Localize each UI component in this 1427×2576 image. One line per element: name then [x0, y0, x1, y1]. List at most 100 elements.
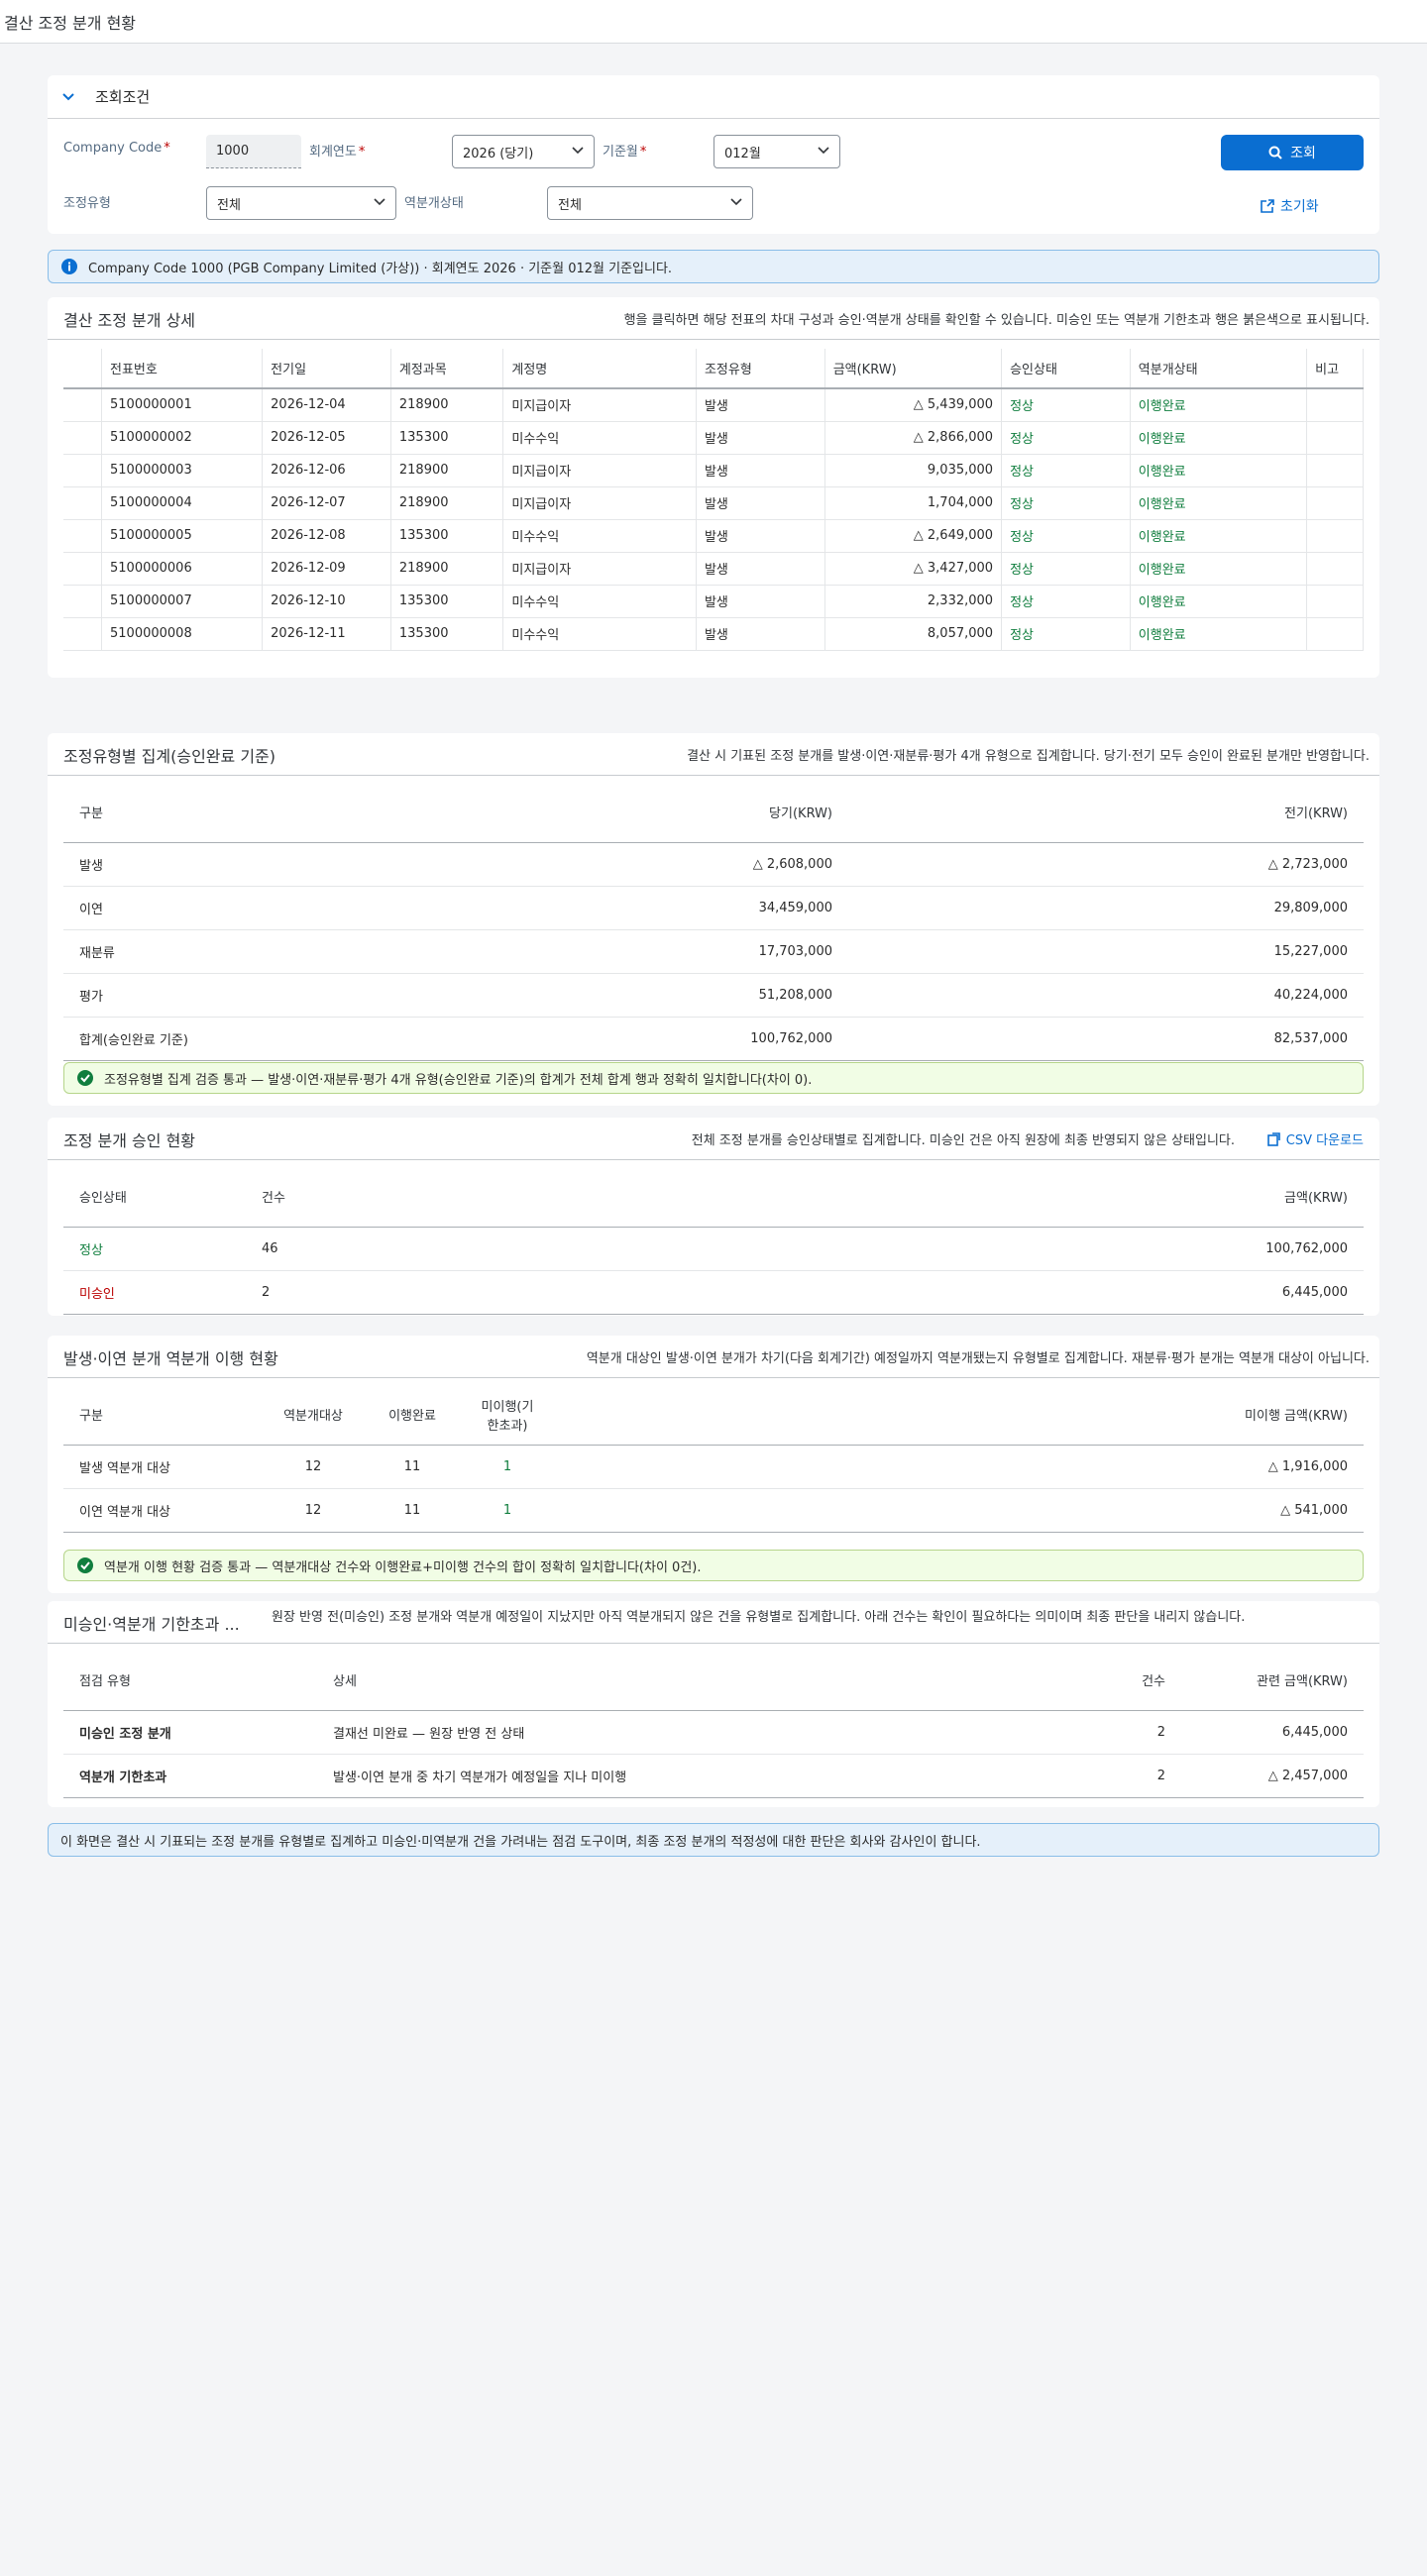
csv-download-button[interactable]: CSV 다운로드 [1266, 1129, 1364, 1148]
approval-status: 정상 [1001, 454, 1131, 487]
table-row: 정상 46 100,762,000 [63, 1227, 1364, 1271]
reversal-title: 발생·이연 분개 역분개 이행 현황 [63, 1349, 278, 1368]
table-cell: 미지급이자 [502, 486, 697, 520]
col-header: 관련 금액(KRW) [1181, 1651, 1364, 1711]
by-type-desc: 결산 시 기표된 조정 분개를 발생·이연·재분류·평가 4개 유형으로 집계합… [687, 749, 1370, 764]
exceptions-title: 미승인·역분개 기한초과 ... [63, 1615, 240, 1634]
table-cell: 2 [1086, 1710, 1181, 1755]
detail-header-row: 전표번호 전기일 계정과목 계정명 조정유형 금액(KRW) 승인상태 역분개상… [63, 349, 1364, 389]
footer-note: 이 화면은 결산 시 기표되는 조정 분개를 유형별로 집계하고 미승인·미역분… [48, 1823, 1379, 1857]
table-row[interactable]: 5100000007 2026-12-10 135300 미수수익 발생 2,332,00… [63, 585, 1364, 618]
col-header[interactable]: 금액(KRW) [824, 349, 1003, 389]
detail-desc: 행을 클릭하면 해당 전표의 차대 구성과 승인·역분개 상태를 확인할 수 있… [623, 313, 1370, 328]
table-cell [1306, 486, 1364, 520]
reversal-header-row: 구분 역분개대상 이행완료 미이행(기한초과) 미이행 금액(KRW) [63, 1385, 1364, 1446]
table-row[interactable]: 5100000005 2026-12-08 135300 미수수익 발생 △ 2,649,… [63, 519, 1364, 553]
search-button[interactable]: 조회 [1221, 135, 1364, 170]
table-cell: 미수수익 [502, 519, 697, 553]
adj-type-select[interactable]: 전체 [206, 186, 396, 220]
approval-section: 조정 분개 승인 현황 전체 조정 분개를 승인상태별로 집계합니다. 미승인 … [48, 1118, 1379, 1316]
chevron-down-icon [572, 147, 584, 155]
row-selector[interactable] [63, 585, 102, 618]
app-title: 결산 조정 분개 현황 [4, 13, 137, 33]
reset-button[interactable]: 초기화 [1261, 196, 1319, 216]
filter-header[interactable]: 조회조건 [48, 75, 1379, 119]
col-header: 구분 [63, 1385, 262, 1446]
table-cell: 5100000005 [101, 519, 264, 553]
table-row: 이연 역분개 대상 12 11 1 △ 541,000 [63, 1488, 1364, 1533]
table-row[interactable]: 5100000002 2026-12-05 135300 미수수익 발생 △ 2,866,… [63, 421, 1364, 455]
period-select[interactable]: 012월 [714, 135, 840, 168]
success-icon [77, 1557, 93, 1573]
table-cell: △ 5,439,000 [824, 388, 1003, 422]
table-cell: △ 2,457,000 [1181, 1754, 1364, 1798]
table-cell: △ 541,000 [555, 1488, 1364, 1533]
table-cell: 평가 [63, 973, 650, 1018]
col-header[interactable]: 조정유형 [696, 349, 825, 389]
approval-desc: 전체 조정 분개를 승인상태별로 집계합니다. 미승인 건은 아직 원장에 최종… [691, 1133, 1235, 1148]
approval-status: 정상 [1001, 552, 1131, 586]
table-row[interactable]: 5100000008 2026-12-11 135300 미수수익 발생 8,057,00… [63, 617, 1364, 651]
chevron-down-icon [374, 198, 385, 206]
table-row: 역분개 기한초과 발생·이연 분개 중 차기 역분개가 예정일을 지나 미이행 2 △… [63, 1754, 1364, 1798]
table-row[interactable]: 5100000004 2026-12-07 218900 미지급이자 발생 1,704,0… [63, 486, 1364, 520]
reversal-section: 발생·이연 분개 역분개 이행 현황 역분개 대상인 발생·이연 분개가 차기(… [48, 1336, 1379, 1593]
chevron-down-icon[interactable] [61, 90, 75, 104]
row-selector[interactable] [63, 388, 102, 422]
reversal-status: 이행완료 [1130, 454, 1308, 487]
col-header[interactable]: 비고 [1306, 349, 1364, 389]
table-cell: 135300 [390, 519, 504, 553]
period-label: 기준월 * [603, 145, 647, 160]
approval-status: 미승인 [63, 1270, 246, 1315]
table-cell: 218900 [390, 454, 504, 487]
row-selector[interactable] [63, 421, 102, 455]
approval-status: 정상 [1001, 486, 1131, 520]
fiscal-year-select[interactable]: 2026 (당기) [452, 135, 595, 168]
col-header[interactable]: 전기일 [262, 349, 391, 389]
table-cell: 발생 [696, 454, 825, 487]
chevron-down-icon [730, 198, 742, 206]
row-selector[interactable] [63, 486, 102, 520]
table-cell: 135300 [390, 617, 504, 651]
table-row[interactable]: 5100000006 2026-12-09 218900 미지급이자 발생 △ 3,427… [63, 552, 1364, 586]
reversal-status: 이행완료 [1130, 388, 1308, 422]
col-header: 상세 [317, 1651, 1086, 1711]
reversal-status: 이행완료 [1130, 552, 1308, 586]
row-selector[interactable] [63, 454, 102, 487]
table-cell: 5100000003 [101, 454, 264, 487]
company-code-label: Company Code * [63, 141, 170, 156]
table-cell: 100,762,000 [444, 1227, 1364, 1271]
table-cell: 발생 [696, 421, 825, 455]
table-cell: 17,703,000 [650, 929, 848, 974]
filter-panel: 조회조건 Company Code * 1000 회계연도 * 2026 (당기) … [48, 75, 1379, 234]
row-selector[interactable] [63, 519, 102, 553]
table-row[interactable]: 5100000003 2026-12-06 218900 미지급이자 발생 9,035,0… [63, 454, 1364, 487]
row-selector[interactable] [63, 617, 102, 651]
row-selector[interactable] [63, 552, 102, 586]
approval-status: 정상 [1001, 585, 1131, 618]
table-cell: 미수수익 [502, 617, 697, 651]
table-cell: 재분류 [63, 929, 650, 974]
exceptions-table: 점검 유형 상세 건수 관련 금액(KRW) 미승인 조정 분개 결재선 미완료 … [63, 1651, 1364, 1798]
col-header[interactable]: 승인상태 [1001, 349, 1131, 389]
col-header[interactable]: 역분개상태 [1130, 349, 1308, 389]
reversal-status: 이행완료 [1130, 519, 1308, 553]
col-header[interactable]: 계정과목 [390, 349, 504, 389]
reversal-status-select[interactable]: 전체 [547, 186, 753, 220]
table-row[interactable]: 5100000001 2026-12-04 218900 미지급이자 발생 △ 5,439… [63, 388, 1364, 422]
table-cell: 8,057,000 [824, 617, 1003, 651]
table-row: 재분류 17,703,000 15,227,000 [63, 929, 1364, 974]
exceptions-header-row: 점검 유형 상세 건수 관련 금액(KRW) [63, 1651, 1364, 1711]
col-header: 점검 유형 [63, 1651, 317, 1711]
table-cell: 82,537,000 [848, 1017, 1364, 1061]
col-header[interactable]: 계정명 [502, 349, 697, 389]
company-code-field[interactable]: 1000 [206, 135, 301, 168]
table-cell: △ 2,723,000 [848, 842, 1364, 887]
reversal-status: 이행완료 [1130, 421, 1308, 455]
col-header[interactable]: 전표번호 [101, 349, 264, 389]
approval-table: 승인상태 건수 금액(KRW) 정상 46 100,762,000 미승인 2 6,445… [63, 1167, 1364, 1315]
table-cell [1306, 454, 1364, 487]
col-header: 역분개대상 [262, 1385, 365, 1446]
table-cell: 5100000004 [101, 486, 264, 520]
table-cell [1306, 585, 1364, 618]
